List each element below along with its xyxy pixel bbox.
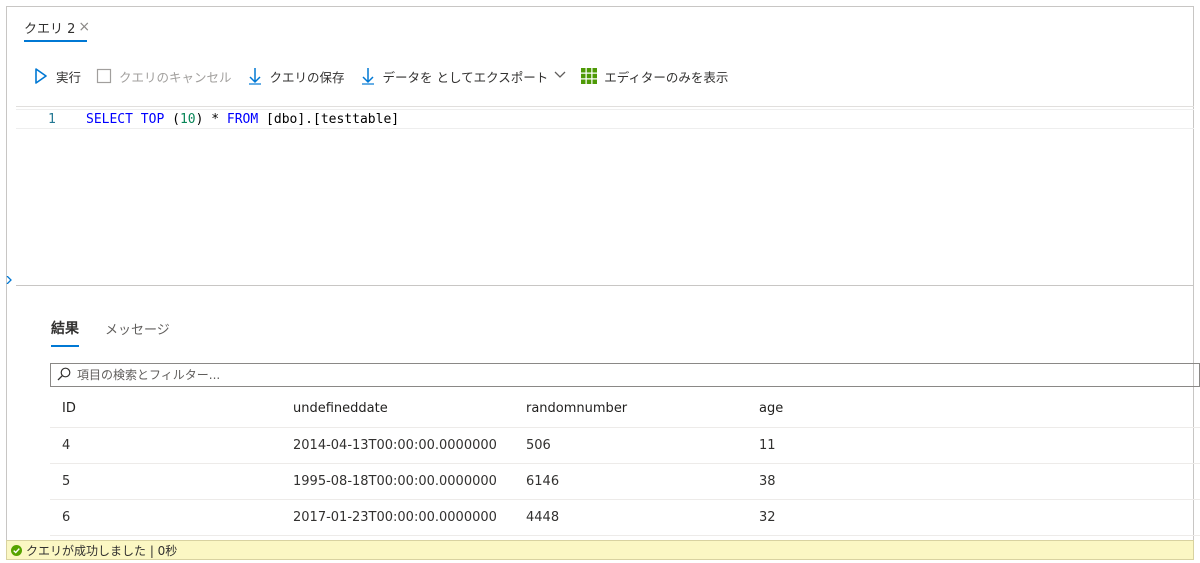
run-label: 実行 [56,69,82,85]
search-icon [57,366,71,385]
search-input[interactable] [75,367,979,383]
chevron-down-icon [554,71,566,82]
table-cell: 6 [62,510,71,525]
stop-icon [95,67,113,85]
table-cell: 5 [62,474,71,489]
export-label: データを としてエクスポート [382,69,549,85]
expand-caret-icon[interactable] [6,275,12,287]
column-header[interactable]: age [759,390,783,427]
cancel-label: クエリのキャンセル [119,69,232,85]
play-icon [32,67,50,85]
export-data-dropdown[interactable]: データを としてエクスポート [359,67,567,86]
download-arrow-icon [246,67,264,85]
code-star: ) * [195,112,227,127]
column-header[interactable]: randomnumber [526,390,627,427]
keyword-top: TOP [140,112,165,127]
sql-code[interactable]: SELECT TOP (10) * FROM [dbo].[testtable] [86,112,399,127]
column-header[interactable]: ID [62,390,76,427]
cancel-query-button[interactable]: クエリのキャンセル [95,67,232,86]
sql-editor[interactable]: 1 SELECT TOP (10) * FROM [dbo].[testtabl… [16,106,1194,286]
table-cell: 2017-01-23T00:00:00.0000000 [293,510,497,525]
toolbar: 実行 クエリのキャンセル クエリの保存 データを としてエクスポート エディター… [32,63,742,89]
tab-title: クエリ 2 [24,21,76,37]
save-label: クエリの保存 [269,69,345,85]
table-name: [dbo].[testtable] [258,112,400,127]
active-tab-indicator [24,40,87,42]
tab-results[interactable]: 結果 [51,318,79,347]
tab-messages[interactable]: メッセージ [105,318,170,347]
grid-icon [580,67,598,85]
code-paren-open: ( [164,112,180,127]
table-cell: 506 [526,438,551,453]
table-row[interactable]: 5 1995-08-18T00:00:00.0000000 6146 38 [50,464,1200,500]
number-literal: 10 [179,112,196,127]
table-cell: 4448 [526,510,560,525]
table-cell: 38 [759,474,776,489]
keyword-select: SELECT [86,112,133,127]
export-arrow-icon [359,67,377,85]
success-check-icon [11,544,22,556]
table-cell: 1995-08-18T00:00:00.0000000 [293,474,497,489]
filter-search-box[interactable] [50,363,1200,387]
table-cell: 32 [759,510,776,525]
editor-only-button[interactable]: エディターのみを表示 [580,67,728,86]
save-query-button[interactable]: クエリの保存 [246,67,345,86]
run-button[interactable]: 実行 [32,67,81,86]
table-cell: 11 [759,438,776,453]
table-row[interactable]: 4 2014-04-13T00:00:00.0000000 506 11 [50,428,1200,464]
table-cell: 6146 [526,474,560,489]
results-tabs: 結果 メッセージ [51,318,196,347]
tab-query-2[interactable]: クエリ 2 × [24,12,90,42]
table-cell: 2014-04-13T00:00:00.0000000 [293,438,497,453]
table-header-row: ID undefineddate randomnumber age [50,390,1200,428]
keyword-from: FROM [226,112,259,127]
results-grid: ID undefineddate randomnumber age 4 2014… [50,390,1200,536]
table-cell: 4 [62,438,71,453]
status-bar: クエリが成功しました | 0秒 [6,540,1194,560]
editor-only-label: エディターのみを表示 [604,69,729,85]
column-header[interactable]: undefineddate [293,390,388,427]
table-row[interactable]: 6 2017-01-23T00:00:00.0000000 4448 32 [50,500,1200,536]
line-number: 1 [48,112,56,127]
status-message: クエリが成功しました | 0秒 [26,543,178,558]
close-icon[interactable]: × [78,20,90,34]
